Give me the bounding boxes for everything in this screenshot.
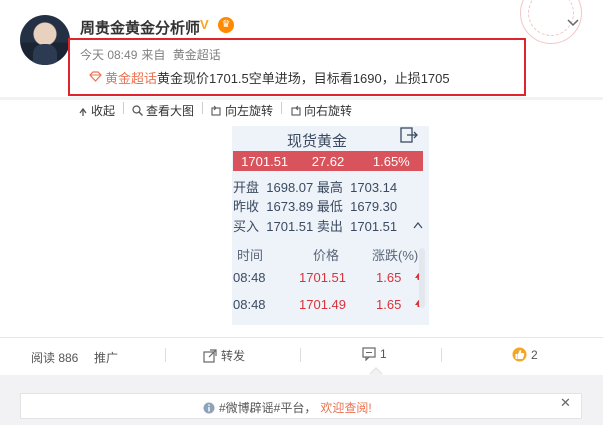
verified-badge-icon: V <box>200 17 209 32</box>
price-change: 27.62 <box>311 153 345 169</box>
quote-label: 卖出 <box>316 219 343 234</box>
comment-button[interactable]: 1 <box>362 347 387 361</box>
notice-text: #微博辟谣#平台， <box>219 401 317 415</box>
card-title: 现货黄金 <box>286 133 347 150</box>
toolbar-separator <box>202 102 204 114</box>
close-icon[interactable]: ✕ <box>560 396 572 409</box>
collapse-label: 收起 <box>91 104 116 118</box>
source-prefix: 来自 <box>141 48 166 62</box>
quote-value: 1698.07 <box>266 180 314 195</box>
comment-count: 1 <box>380 347 387 361</box>
rotate-left-label: 向左旋转 <box>225 104 274 118</box>
quote-value: 1703.14 <box>350 180 398 195</box>
table-header-change: 涨跌(%) <box>372 248 419 263</box>
post-source[interactable]: 黄金超话 <box>173 48 221 62</box>
quote-row: 昨收 1673.89 最低 1679.30 <box>233 196 397 215</box>
notice-link[interactable]: 欢迎查阅! <box>320 399 371 416</box>
read-count: 阅读 886 <box>31 351 79 365</box>
collapse-button[interactable]: 收起 <box>78 102 115 119</box>
like-count: 2 <box>531 347 538 362</box>
trade-pct: 1.65 <box>376 297 402 312</box>
quote-label: 最低 <box>316 199 343 214</box>
view-large-label: 查看大图 <box>146 104 195 118</box>
table-header-time: 时间 <box>237 248 264 263</box>
crown-badge-icon: ♛ <box>218 17 234 33</box>
caret-up-icon <box>413 222 423 229</box>
comment-icon <box>362 347 376 361</box>
comment-pointer-fill <box>370 369 382 375</box>
table-row: 08:48 <box>233 297 266 312</box>
quote-row: 开盘 1698.07 最高 1703.14 <box>233 177 397 196</box>
toolbar-separator <box>123 102 125 114</box>
toolbar-separator <box>281 102 283 114</box>
divider <box>0 97 603 100</box>
trade-time: 08:48 <box>233 270 266 285</box>
repost-label: 转发 <box>221 349 246 363</box>
trade-price: 1701.49 <box>299 297 346 312</box>
quote-value: 1679.30 <box>350 199 398 214</box>
view-large-button[interactable]: 查看大图 <box>132 102 194 119</box>
table-row: 1.65 <box>376 270 401 285</box>
quote-label: 买入 <box>233 219 260 234</box>
action-separator <box>165 348 166 362</box>
diamond-topic-icon <box>89 71 102 82</box>
username[interactable]: 周贵金黄金分析师 <box>80 17 200 38</box>
image-toolbar: 收起 查看大图 向左旋转 向右旋转 <box>78 102 352 119</box>
action-separator <box>300 348 301 362</box>
quote-label: 昨收 <box>233 199 260 214</box>
topic-link[interactable]: 黄金超话 <box>105 71 157 86</box>
magnifier-icon <box>132 105 143 116</box>
post-text-line: 黄金超话黄金现价1701.5空单进场，目标看1690，止损1705 <box>105 68 450 87</box>
price-change-pct: 1.65% <box>372 153 410 169</box>
action-separator <box>441 348 442 362</box>
promote-button[interactable]: 推广 <box>94 349 118 366</box>
rotate-right-icon <box>291 105 301 116</box>
quote-value: 1701.51 <box>266 219 314 234</box>
avatar[interactable] <box>20 15 70 65</box>
card-scrollbar <box>419 248 425 308</box>
repost-button[interactable]: 转发 <box>203 347 245 364</box>
rotate-left-icon <box>211 105 221 116</box>
exit-icon <box>400 127 418 143</box>
post-time[interactable]: 今天 08:49 <box>80 48 137 62</box>
table-row: 1.65 <box>376 297 401 312</box>
trade-time: 08:48 <box>233 297 266 312</box>
chevron-down-icon[interactable] <box>566 15 580 29</box>
divider <box>0 337 603 338</box>
collapse-icon <box>79 107 87 116</box>
current-price: 1701.51 <box>241 153 289 169</box>
notice-content: #微博辟谣#平台， 欢迎查阅! <box>203 399 372 416</box>
post-meta: 今天 08:49 来自 黄金超话 <box>80 46 225 63</box>
table-row: 1701.51 <box>299 270 346 285</box>
table-header-price: 价格 <box>313 248 340 263</box>
table-row: 08:48 <box>233 270 266 285</box>
table-row: 1701.49 <box>299 297 346 312</box>
info-icon <box>203 402 215 413</box>
like-button[interactable]: 2 <box>512 347 538 362</box>
repost-icon <box>203 348 217 363</box>
rotate-left-button[interactable]: 向左旋转 <box>211 102 273 119</box>
quote-value: 1673.89 <box>266 199 314 214</box>
trade-pct: 1.65 <box>376 270 402 285</box>
quote-label: 开盘 <box>233 180 260 195</box>
rotate-right-button[interactable]: 向右旋转 <box>290 102 352 119</box>
quote-value: 1701.51 <box>350 219 398 234</box>
quote-row: 买入 1701.51 卖出 1701.51 <box>233 216 397 235</box>
quote-label: 最高 <box>316 180 343 195</box>
trade-price: 1701.51 <box>299 270 346 285</box>
rotate-right-label: 向右旋转 <box>304 104 353 118</box>
thumbs-up-icon <box>512 347 527 362</box>
price-bar: 1701.51 27.62 1.65% <box>233 151 423 171</box>
post-text: 黄金现价1701.5空单进场，目标看1690，止损1705 <box>157 71 450 86</box>
